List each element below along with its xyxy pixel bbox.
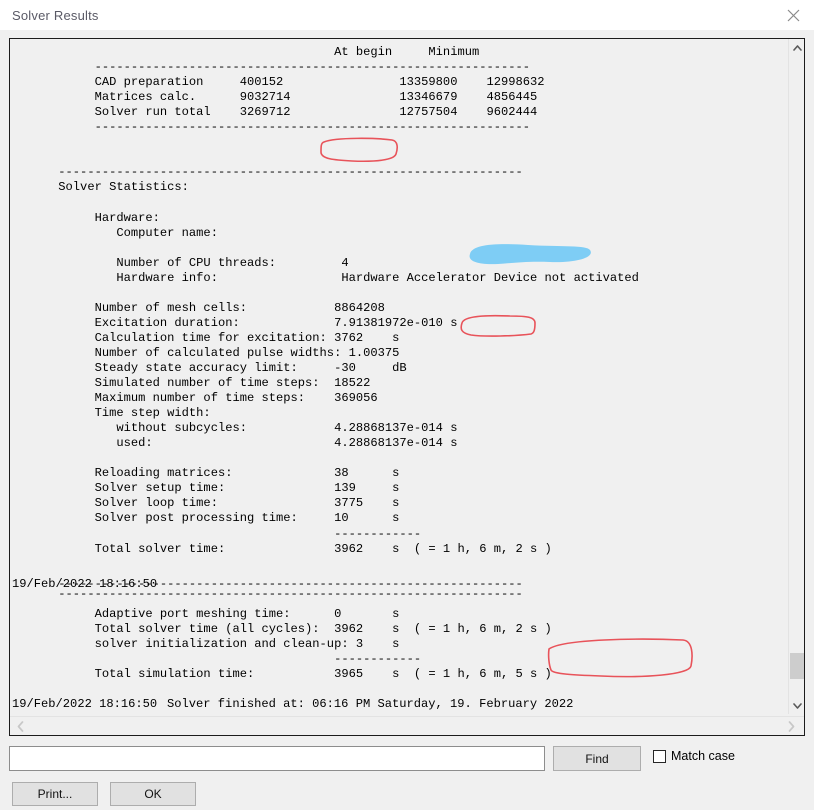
ok-button[interactable]: OK [110,782,196,806]
results-text-area[interactable]: At begin Minimum -----------------------… [10,39,789,714]
solver-finished-line: Solver finished at: 06:16 PM Saturday, 1… [167,697,574,711]
match-case-checkbox[interactable] [653,749,666,763]
vertical-scroll-thumb[interactable] [790,653,804,679]
scroll-down-button[interactable] [789,697,805,714]
window-title: Solver Results [12,7,99,23]
window-body: At begin Minimum -----------------------… [0,30,814,810]
search-input[interactable] [9,746,545,771]
horizontal-scrollbar[interactable] [10,716,804,735]
dialog-button-row: Print... OK [12,782,196,806]
log-timestamp-first: 19/Feb/2022 18:16:50 [12,577,158,591]
chevron-down-icon [792,702,802,709]
match-case-group[interactable]: Match case [653,749,735,763]
find-button[interactable]: Find [553,746,641,771]
scroll-left-button[interactable] [12,717,29,735]
vertical-scrollbar[interactable] [788,39,804,714]
log-timestamp-second: 19/Feb/2022 18:16:50 [12,697,158,711]
print-button[interactable]: Print... [12,782,98,806]
match-case-label: Match case [671,749,735,763]
results-panel: At begin Minimum -----------------------… [9,38,805,736]
chevron-up-icon [792,44,802,51]
window-titlebar: Solver Results [0,0,814,30]
close-button[interactable] [772,0,814,30]
chevron-right-icon [788,720,795,732]
chevron-left-icon [17,720,24,732]
solver-report-text: At begin Minimum -----------------------… [58,45,639,601]
scroll-right-button[interactable] [783,717,800,735]
close-icon [787,9,799,21]
scroll-up-button[interactable] [789,39,805,56]
find-row: Find Match case [9,746,805,772]
annotation-circle-total-simulation-time [547,638,693,678]
